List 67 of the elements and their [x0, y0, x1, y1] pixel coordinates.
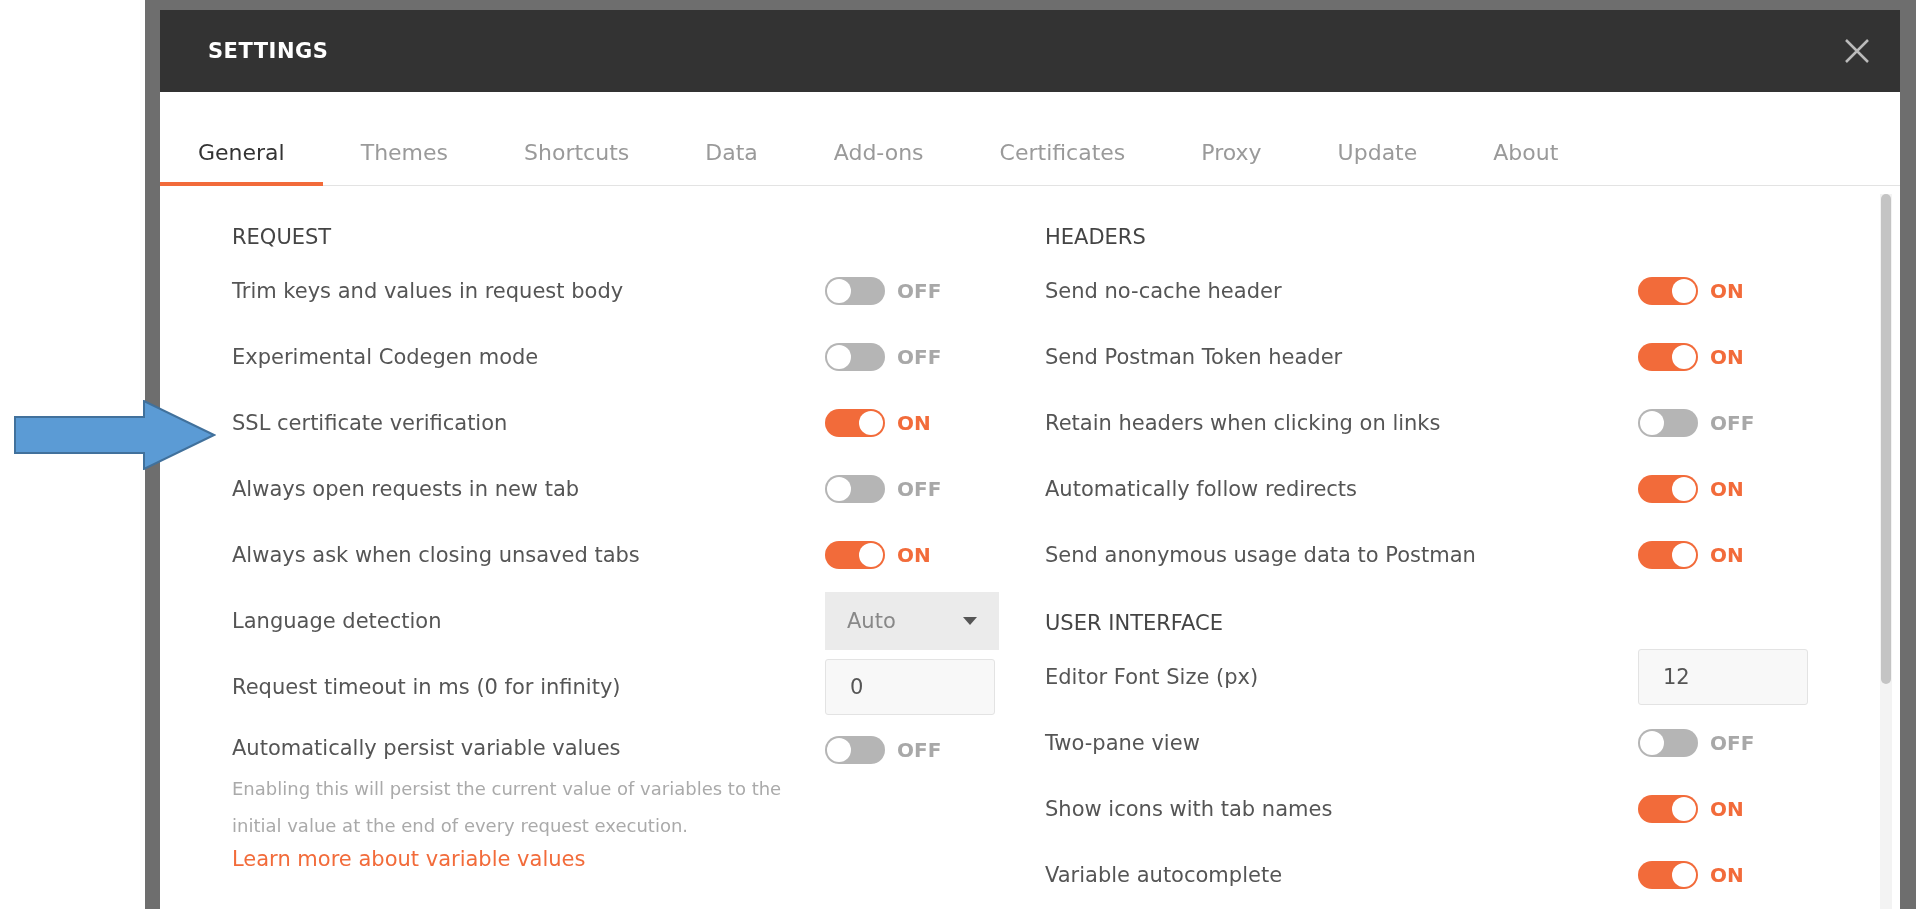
settings-tab[interactable]: Themes [322, 122, 487, 186]
toggle-state: ON [1710, 345, 1744, 369]
setting-label: Always open requests in new tab [232, 477, 581, 501]
learn-more-link[interactable]: Learn more about variable values [232, 844, 825, 874]
setting-label: Language detection [232, 609, 443, 633]
toggle-switch[interactable] [1638, 409, 1698, 437]
toggle-switch[interactable] [1638, 343, 1698, 371]
caret-icon [963, 617, 977, 625]
settings-tab[interactable]: Data [667, 122, 796, 186]
close-icon[interactable] [1844, 38, 1870, 64]
toggle-switch[interactable] [825, 541, 885, 569]
setting-label: Automatically follow redirects [1045, 477, 1359, 501]
setting-label: Experimental Codegen mode [232, 345, 540, 369]
toggle-state: OFF [897, 345, 942, 369]
arrow-icon [14, 400, 216, 470]
setting-label: Trim keys and values in request body [232, 279, 625, 303]
settings-tab[interactable]: Add-ons [795, 122, 962, 186]
toggle-state: ON [1710, 863, 1744, 887]
toggle-state: OFF [897, 279, 942, 303]
toggle-state: ON [897, 543, 931, 567]
settings-tab[interactable]: Certificates [961, 122, 1164, 186]
section-heading: USER INTERFACE [1045, 610, 1224, 637]
toggle-state: ON [1710, 543, 1744, 567]
toggle-state: OFF [1710, 411, 1755, 435]
toggle-state: OFF [897, 738, 942, 762]
settings-tab[interactable]: About [1455, 122, 1597, 186]
toggle-switch[interactable] [825, 475, 885, 503]
toggle-switch[interactable] [1638, 795, 1698, 823]
toggle-state: ON [1710, 797, 1744, 821]
settings-tab[interactable]: Shortcuts [486, 122, 668, 186]
scrollbar[interactable] [1880, 194, 1892, 909]
setting-label: Show icons with tab names [1045, 797, 1334, 821]
language-dropdown[interactable]: Auto [825, 592, 999, 650]
toggle-state: ON [897, 411, 931, 435]
setting-label: Automatically persist variable values [232, 736, 622, 760]
toggle-switch[interactable] [1638, 277, 1698, 305]
section-heading: HEADERS [1045, 224, 1147, 251]
setting-label: Editor Font Size (px) [1045, 665, 1260, 689]
toggle-state: ON [1710, 279, 1744, 303]
setting-label: Request timeout in ms (0 for infinity) [232, 675, 622, 699]
toggle-switch[interactable] [825, 409, 885, 437]
number-field[interactable]: 0 [825, 659, 995, 715]
settings-tab[interactable]: General [160, 122, 323, 186]
setting-description: Enabling this will persist the current value of variables to the initial value at the end of every request execution. [232, 777, 783, 838]
setting-label: Send Postman Token header [1045, 345, 1344, 369]
setting-label: Variable autocomplete [1045, 863, 1284, 887]
setting-label: Send anonymous usage data to Postman [1045, 543, 1477, 567]
section-heading: REQUEST [232, 224, 333, 251]
settings-tab[interactable]: Update [1299, 122, 1456, 186]
toggle-state: OFF [1710, 731, 1755, 755]
toggle-switch[interactable] [1638, 729, 1698, 757]
number-field[interactable]: 12 [1638, 649, 1808, 705]
setting-label: Always ask when closing unsaved tabs [232, 543, 641, 567]
toggle-switch[interactable] [1638, 861, 1698, 889]
toggle-state: ON [1710, 477, 1744, 501]
window-title: SETTINGS [208, 39, 329, 63]
setting-label: Send no-cache header [1045, 279, 1283, 303]
toggle-switch[interactable] [825, 343, 885, 371]
settings-tab[interactable]: Proxy [1163, 122, 1300, 186]
toggle-state: OFF [897, 477, 942, 501]
toggle-switch[interactable] [825, 736, 885, 764]
setting-label: SSL certificate verification [232, 411, 509, 435]
toggle-switch[interactable] [1638, 541, 1698, 569]
toggle-switch[interactable] [825, 277, 885, 305]
setting-label: Retain headers when clicking on links [1045, 411, 1442, 435]
toggle-switch[interactable] [1638, 475, 1698, 503]
setting-label: Two-pane view [1045, 731, 1201, 755]
